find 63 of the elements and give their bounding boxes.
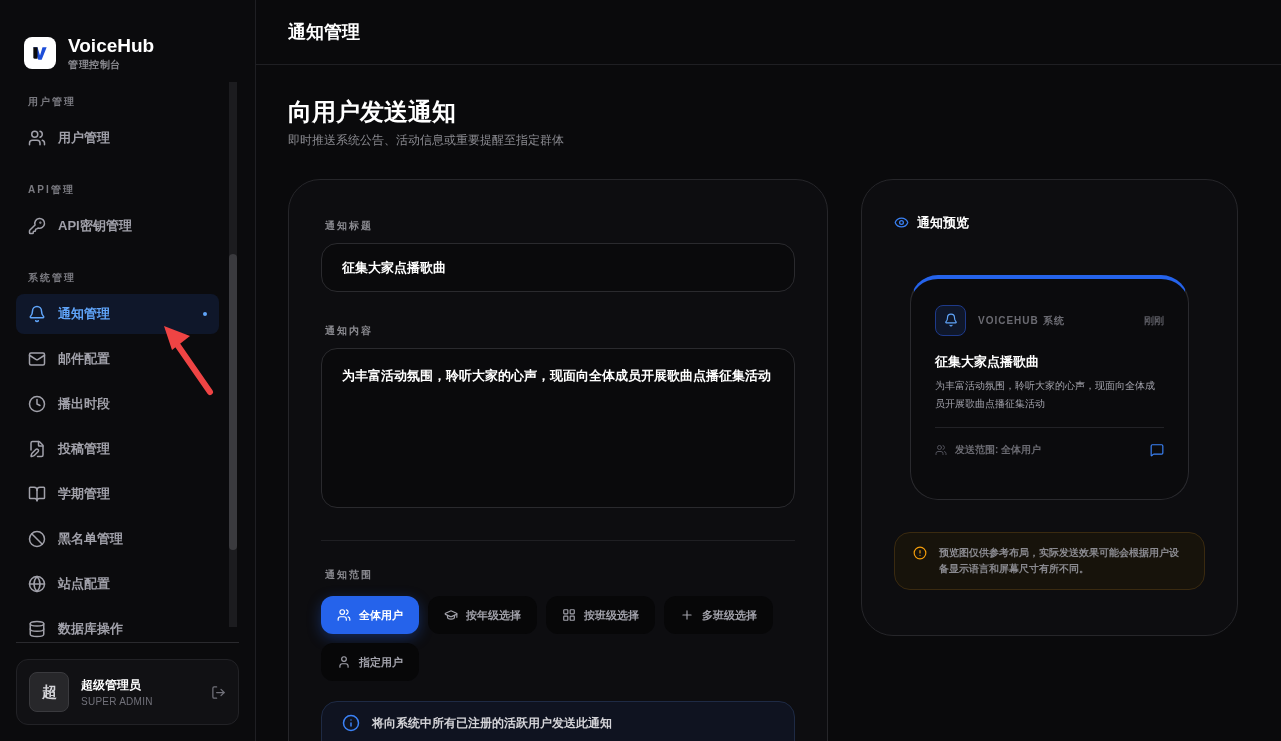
ban-icon: [28, 530, 46, 548]
nav-item[interactable]: 通知管理: [16, 294, 219, 334]
page-subtitle: 即时推送系统公告、活动信息或重要提醒至指定群体: [288, 132, 565, 149]
nav-item[interactable]: API密钥管理: [16, 206, 219, 246]
eye-icon: [894, 215, 909, 231]
plus-icon: [680, 608, 694, 622]
preview-body: 为丰富活动氛围，聆听大家的心声，现面向全体成员开展歌曲点播征集活动: [935, 379, 1156, 411]
bell-icon: [943, 313, 958, 327]
users-icon: [337, 608, 351, 622]
nav-item[interactable]: 站点配置: [16, 564, 219, 604]
nav-item[interactable]: 数据库操作: [16, 609, 219, 642]
nav-item[interactable]: 用户管理: [16, 118, 219, 158]
scope-text: 发送范围: 全体用户: [955, 443, 1043, 457]
globe-icon: [28, 575, 46, 593]
nav-item[interactable]: 播出时段: [16, 384, 219, 424]
scrollbar[interactable]: [229, 82, 237, 627]
users-icon: [935, 443, 947, 456]
header-title: 通知管理: [288, 20, 360, 44]
preview-title: 征集大家点播歌曲: [935, 352, 1040, 371]
info-icon: [342, 714, 360, 732]
users-icon: [28, 129, 46, 147]
preview-heading: 通知预览: [917, 214, 969, 232]
warning-icon: [913, 545, 927, 560]
nav-item[interactable]: 黑名单管理: [16, 519, 219, 559]
avatar: 超: [29, 672, 69, 712]
scope-option[interactable]: 指定用户: [321, 643, 419, 681]
field-label: 通知内容: [324, 324, 374, 338]
nav-item[interactable]: 邮件配置: [16, 339, 219, 379]
user-role: SUPER ADMIN: [81, 694, 154, 709]
key-icon: [28, 217, 46, 235]
graduation-cap-icon: [444, 608, 458, 622]
info-text: 将向系统中所有已注册的活跃用户发送此通知: [372, 715, 612, 732]
brand-subtitle: 管理控制台: [68, 57, 122, 72]
section-label: 系统管理: [27, 271, 77, 285]
nav-item[interactable]: 投稿管理: [16, 429, 219, 469]
nav-item[interactable]: 学期管理: [16, 474, 219, 514]
title-input[interactable]: 征集大家点播歌曲: [321, 243, 795, 292]
book-icon: [28, 485, 46, 503]
database-icon: [28, 620, 46, 638]
scope-option[interactable]: 按班级选择: [546, 596, 655, 634]
user-name: 超级管理员: [81, 676, 142, 694]
scope-option[interactable]: 按年级选择: [428, 596, 537, 634]
field-label: 通知范围: [324, 568, 374, 582]
page-title: 向用户发送通知: [288, 97, 457, 127]
logo-icon: [24, 37, 56, 69]
brand-name: VoiceHub: [68, 34, 155, 57]
time-text: 刚刚: [1144, 313, 1164, 328]
section-label: 用户管理: [27, 95, 77, 109]
mail-icon: [28, 350, 46, 368]
message-icon: [1150, 442, 1164, 457]
sender-name: VOICEHUB 系统: [978, 313, 1066, 328]
clock-icon: [28, 395, 46, 413]
file-pen-icon: [28, 440, 46, 458]
scope-option[interactable]: 多班级选择: [664, 596, 773, 634]
field-label: 通知标题: [324, 219, 374, 233]
note-text: 预览图仅供参考布局，实际发送效果可能会根据用户设备显示语言和屏幕尺寸有所不同。: [939, 545, 1180, 576]
scope-option[interactable]: 全体用户: [321, 596, 419, 634]
section-label: API管理: [27, 183, 76, 197]
content-textarea[interactable]: 为丰富活动氛围，聆听大家的心声，现面向全体成员开展歌曲点播征集活动: [321, 348, 795, 508]
bell-icon: [28, 305, 46, 323]
user-icon: [337, 655, 351, 669]
grid-icon: [562, 608, 576, 622]
logout-icon[interactable]: [211, 684, 226, 700]
